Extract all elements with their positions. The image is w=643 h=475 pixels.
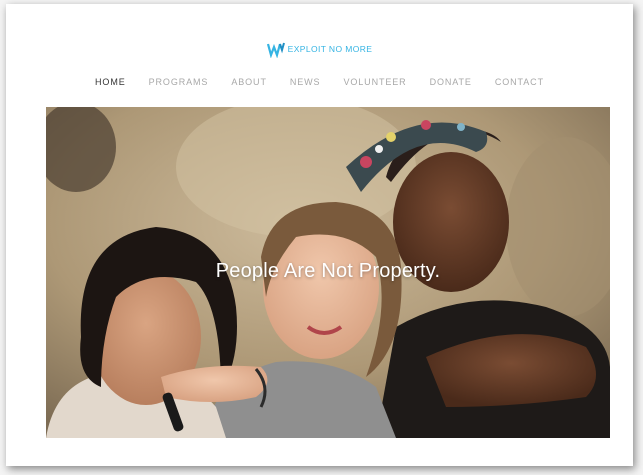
- hero-headline: People Are Not Property.: [215, 260, 441, 282]
- nav-news[interactable]: NEWS: [290, 77, 321, 87]
- nav-about[interactable]: ABOUT: [231, 77, 267, 87]
- logo-icon: [266, 42, 285, 58]
- site-logo[interactable]: EXPLOIT NO MORE: [6, 40, 633, 58]
- nav-home[interactable]: HOME: [95, 77, 126, 87]
- nav-contact[interactable]: CONTACT: [495, 77, 544, 87]
- nav-programs[interactable]: PROGRAMS: [149, 77, 209, 87]
- brand-name: EXPLOIT NO MORE: [287, 44, 373, 54]
- nav-donate[interactable]: DONATE: [430, 77, 472, 87]
- main-nav: HOME PROGRAMS ABOUT NEWS VOLUNTEER DONAT…: [6, 77, 633, 87]
- website-frame: EXPLOIT NO MORE HOME PROGRAMS ABOUT NEWS…: [6, 4, 633, 466]
- hero-banner: People Are Not Property.: [46, 107, 610, 438]
- nav-volunteer[interactable]: VOLUNTEER: [343, 77, 406, 87]
